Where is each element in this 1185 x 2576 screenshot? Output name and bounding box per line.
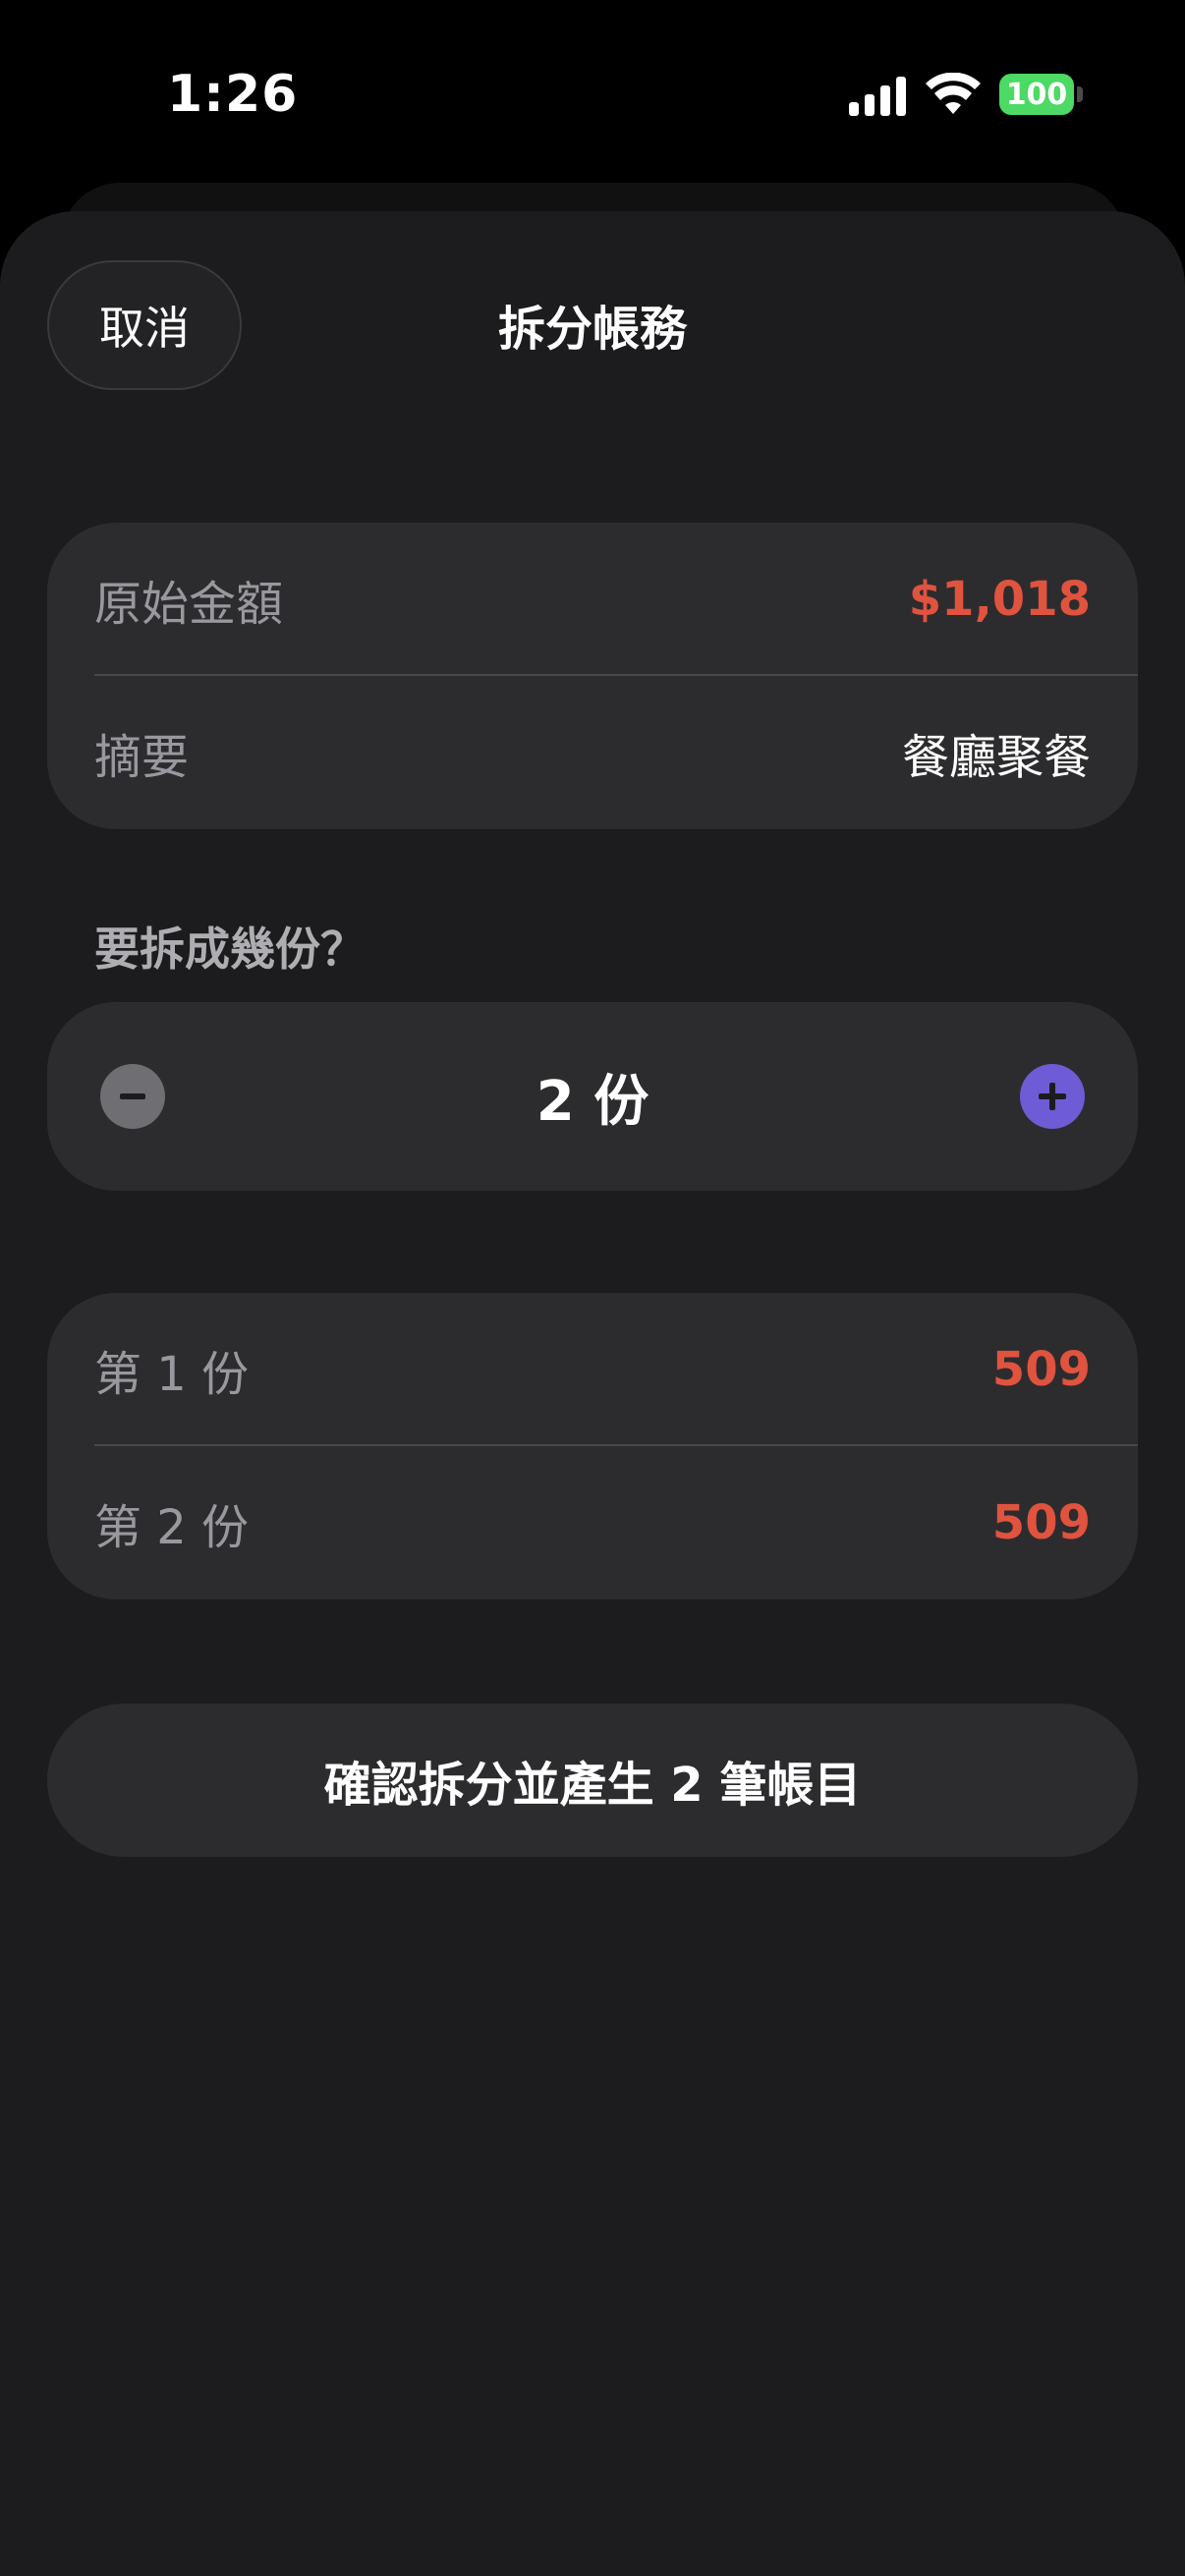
confirm-split-button[interactable]: 確認拆分並產生 2 筆帳目 — [47, 1704, 1138, 1857]
part-label: 第 1 份 — [94, 1347, 250, 1402]
amount-row: 原始金額 $1,018 — [94, 523, 1091, 676]
part-label: 第 2 份 — [94, 1500, 250, 1555]
plus-icon — [1039, 1083, 1066, 1110]
part-value: 509 — [991, 1342, 1091, 1397]
amount-value: $1,018 — [908, 572, 1091, 627]
minus-icon — [120, 1093, 145, 1099]
parts-card: 第 1 份 509 第 2 份 509 — [47, 1293, 1138, 1599]
status-bar: 1:26 100 — [0, 0, 1185, 187]
battery-tip — [1077, 86, 1083, 102]
summary-card: 原始金額 $1,018 摘要 餐廳聚餐 — [47, 523, 1138, 829]
page-title: 拆分帳務 — [497, 302, 687, 357]
wifi-icon — [926, 73, 981, 114]
increment-button[interactable] — [1020, 1064, 1085, 1129]
memo-value: 餐廳聚餐 — [901, 730, 1091, 785]
signal-icon — [849, 77, 906, 116]
memo-label: 摘要 — [94, 730, 190, 785]
split-stepper: 2 份 — [47, 1002, 1138, 1191]
list-item: 第 2 份 509 — [94, 1446, 1091, 1599]
split-count: 2 份 — [536, 1069, 649, 1134]
split-question: 要拆成幾份？ — [94, 923, 366, 976]
battery-icon: 100 — [999, 74, 1074, 115]
status-time: 1:26 — [167, 65, 299, 124]
decrement-button[interactable] — [100, 1064, 165, 1129]
list-item: 第 1 份 509 — [94, 1293, 1091, 1446]
memo-row: 摘要 餐廳聚餐 — [94, 676, 1091, 829]
battery-level: 100 — [1005, 77, 1068, 112]
part-value: 509 — [991, 1495, 1091, 1550]
amount-label: 原始金額 — [94, 577, 284, 632]
